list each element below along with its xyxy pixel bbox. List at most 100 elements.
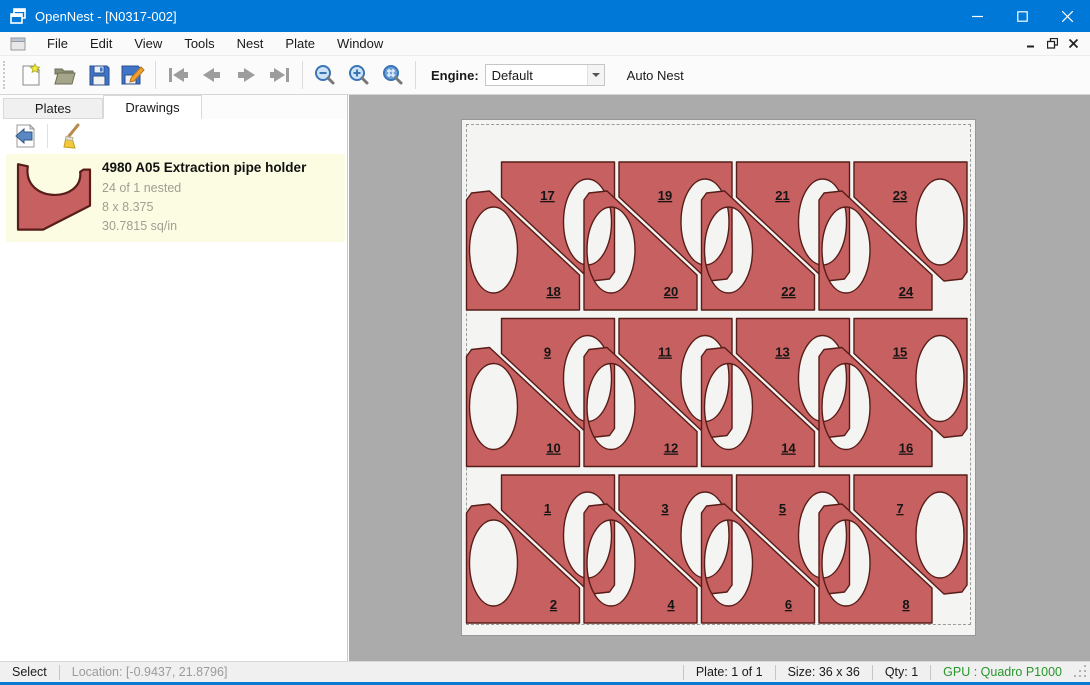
part-number-label: 9 (544, 345, 551, 360)
part-number-label: 16 (899, 441, 913, 456)
nav-first-icon (166, 66, 190, 84)
nav-previous-icon (201, 66, 223, 84)
menu-item-tools[interactable]: Tools (173, 33, 225, 54)
engine-value: Default (486, 68, 587, 83)
panel-toolbar-separator (47, 124, 48, 148)
part-number-label: 14 (781, 441, 796, 456)
zoom-out-icon (314, 64, 336, 86)
nav-next-icon (235, 66, 257, 84)
left-panel: Plates Drawings (0, 95, 348, 661)
toolbar-separator (302, 61, 303, 89)
part-number-label: 1 (544, 501, 551, 516)
child-minimize-button[interactable] (1021, 35, 1042, 53)
part-number-label: 7 (896, 501, 903, 516)
nest-svg: 171921231820222491113151012141613572468 (462, 120, 975, 635)
part-number-label: 3 (661, 501, 668, 516)
drawing-list-item[interactable]: 4980 A05 Extraction pipe holder 24 of 1 … (6, 154, 345, 242)
first-plate-button[interactable] (161, 59, 195, 91)
part-number-label: 21 (775, 188, 789, 203)
zoom-in-icon (348, 64, 370, 86)
part-number-label: 17 (540, 188, 554, 203)
status-gpu: GPU : Quadro P1000 (931, 665, 1074, 679)
main-toolbar: Engine: Default Auto Nest (0, 56, 1090, 95)
part-number-label: 15 (893, 345, 907, 360)
document-back-arrow-icon (13, 123, 37, 149)
minimize-button[interactable] (955, 0, 1000, 32)
close-icon (1062, 11, 1073, 22)
broom-icon (58, 123, 82, 149)
resize-grip-icon[interactable] (1074, 665, 1088, 679)
child-close-button[interactable] (1063, 35, 1084, 53)
child-restore-button[interactable] (1042, 35, 1063, 53)
part-number-label: 6 (785, 597, 792, 612)
nav-last-icon (268, 66, 292, 84)
toolbar-separator (155, 61, 156, 89)
open-button[interactable] (48, 59, 82, 91)
next-plate-button[interactable] (229, 59, 263, 91)
previous-plate-button[interactable] (195, 59, 229, 91)
title-bar: OpenNest - [N0317-002] (0, 0, 1090, 32)
zoom-in-button[interactable] (342, 59, 376, 91)
part-number-label: 13 (775, 345, 789, 360)
last-plate-button[interactable] (263, 59, 297, 91)
open-folder-icon (53, 64, 77, 86)
status-qty: Qty: 1 (873, 665, 930, 679)
save-button[interactable] (82, 59, 116, 91)
maximize-icon (1017, 11, 1028, 22)
menu-items: FileEditViewToolsNestPlateWindow (36, 33, 394, 54)
child-close-icon (1069, 39, 1078, 48)
drawing-size: 8 x 8.375 (102, 198, 345, 217)
toolbar-grip[interactable] (3, 61, 8, 89)
close-button[interactable] (1045, 0, 1090, 32)
part-number-label: 24 (899, 284, 914, 299)
status-location: Location: [-0.9437, 21.8796] (60, 665, 240, 679)
menu-item-plate[interactable]: Plate (274, 33, 326, 54)
window-title: OpenNest - [N0317-002] (35, 9, 177, 24)
app-window: OpenNest - [N0317-002] FileEditViewTools… (0, 0, 1090, 685)
part-number-label: 8 (902, 597, 909, 612)
menu-item-nest[interactable]: Nest (226, 33, 275, 54)
menu-item-edit[interactable]: Edit (79, 33, 123, 54)
zoom-fit-button[interactable] (376, 59, 410, 91)
nest-canvas[interactable]: 171921231820222491113151012141613572468 (349, 95, 1090, 661)
menu-item-window[interactable]: Window (326, 33, 394, 54)
part-number-label: 2 (550, 597, 557, 612)
maximize-button[interactable] (1000, 0, 1045, 32)
tab-drawings[interactable]: Drawings (103, 95, 202, 119)
engine-label: Engine: (431, 68, 479, 83)
part-number-label: 4 (667, 597, 675, 612)
save-as-icon (121, 64, 145, 86)
engine-dropdown-arrow[interactable] (587, 65, 604, 85)
tab-strip: Plates Drawings (0, 95, 347, 119)
status-size: Size: 36 x 36 (776, 665, 872, 679)
minimize-icon (972, 11, 983, 22)
zoom-out-button[interactable] (308, 59, 342, 91)
menu-bar: FileEditViewToolsNestPlateWindow (0, 32, 1090, 56)
part-number-label: 18 (546, 284, 560, 299)
drawing-nested-count: 24 of 1 nested (102, 179, 345, 198)
engine-select[interactable]: Default (485, 64, 605, 86)
new-button[interactable] (14, 59, 48, 91)
part-number-label: 12 (664, 441, 678, 456)
status-mode: Select (0, 665, 59, 679)
status-plate: Plate: 1 of 1 (684, 665, 775, 679)
chevron-down-icon (592, 73, 600, 77)
auto-nest-button[interactable]: Auto Nest (619, 62, 692, 89)
plate[interactable]: 171921231820222491113151012141613572468 (462, 120, 975, 635)
child-restore-icon (1047, 38, 1058, 49)
drawings-toolbar (0, 119, 347, 152)
drawing-title: 4980 A05 Extraction pipe holder (102, 160, 345, 175)
drawing-area: 30.7815 sq/in (102, 217, 345, 236)
save-as-button[interactable] (116, 59, 150, 91)
clear-drawings-button[interactable] (55, 122, 85, 150)
menu-item-view[interactable]: View (123, 33, 173, 54)
zoom-fit-icon (382, 64, 404, 86)
part-number-label: 19 (658, 188, 672, 203)
app-icon (9, 7, 27, 25)
part-number-label: 22 (781, 284, 795, 299)
return-drawing-button[interactable] (10, 122, 40, 150)
drawing-info: 4980 A05 Extraction pipe holder 24 of 1 … (102, 160, 345, 236)
document-window-icon (10, 37, 26, 51)
menu-item-file[interactable]: File (36, 33, 79, 54)
tab-plates[interactable]: Plates (3, 98, 103, 119)
